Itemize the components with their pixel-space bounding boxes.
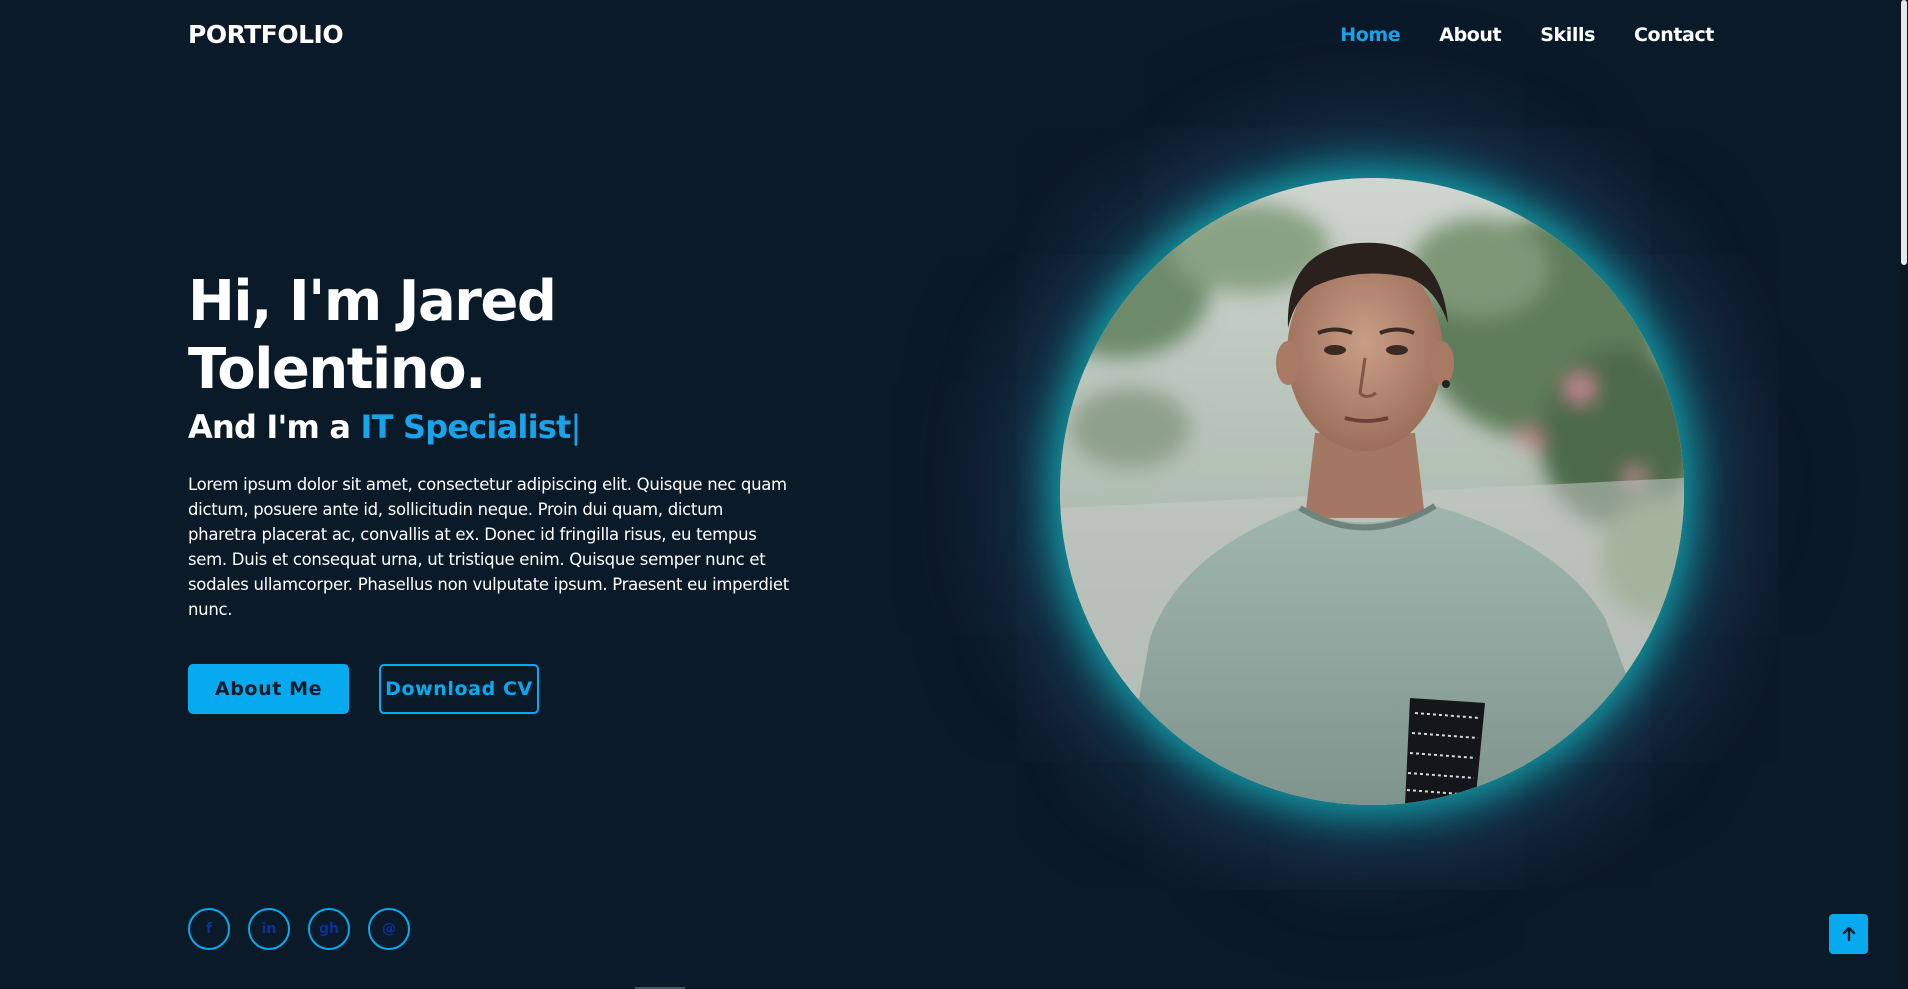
page: PORTFOLIO Home About Skills Contact Hi, … [0,0,1908,989]
nav-link-about[interactable]: About [1439,24,1501,46]
download-cv-button[interactable]: Download CV [379,664,539,714]
scrollbar[interactable] [1900,0,1908,989]
nav-link-skills[interactable]: Skills [1540,24,1595,46]
social-links: f in gh @ [188,908,410,950]
facebook-icon[interactable]: f [188,908,230,950]
nav-link-contact[interactable]: Contact [1634,24,1714,46]
github-icon[interactable]: gh [308,908,350,950]
hero-title: Hi, I'm Jared Tolentino. [188,269,557,402]
subtitle-prefix: And I'm a [188,408,361,446]
main-nav: Home About Skills Contact [1340,24,1714,46]
email-icon[interactable]: @ [368,908,410,950]
hero-description: Lorem ipsum dolor sit amet, consectetur … [188,475,789,619]
nav-link-home[interactable]: Home [1340,24,1400,46]
profile-photo [1060,178,1684,805]
logo[interactable]: PORTFOLIO [188,20,344,49]
typing-cursor: | [570,408,581,446]
linkedin-icon[interactable]: in [248,908,290,950]
subtitle-role: IT Specialist [360,408,572,446]
hero-subtitle: And I'm a IT Specialist| [188,408,581,446]
scrollbar-thumb[interactable] [1901,0,1907,265]
back-to-top-button[interactable] [1829,914,1868,954]
arrow-up-icon [1842,926,1855,942]
about-me-button[interactable]: About Me [188,664,349,714]
